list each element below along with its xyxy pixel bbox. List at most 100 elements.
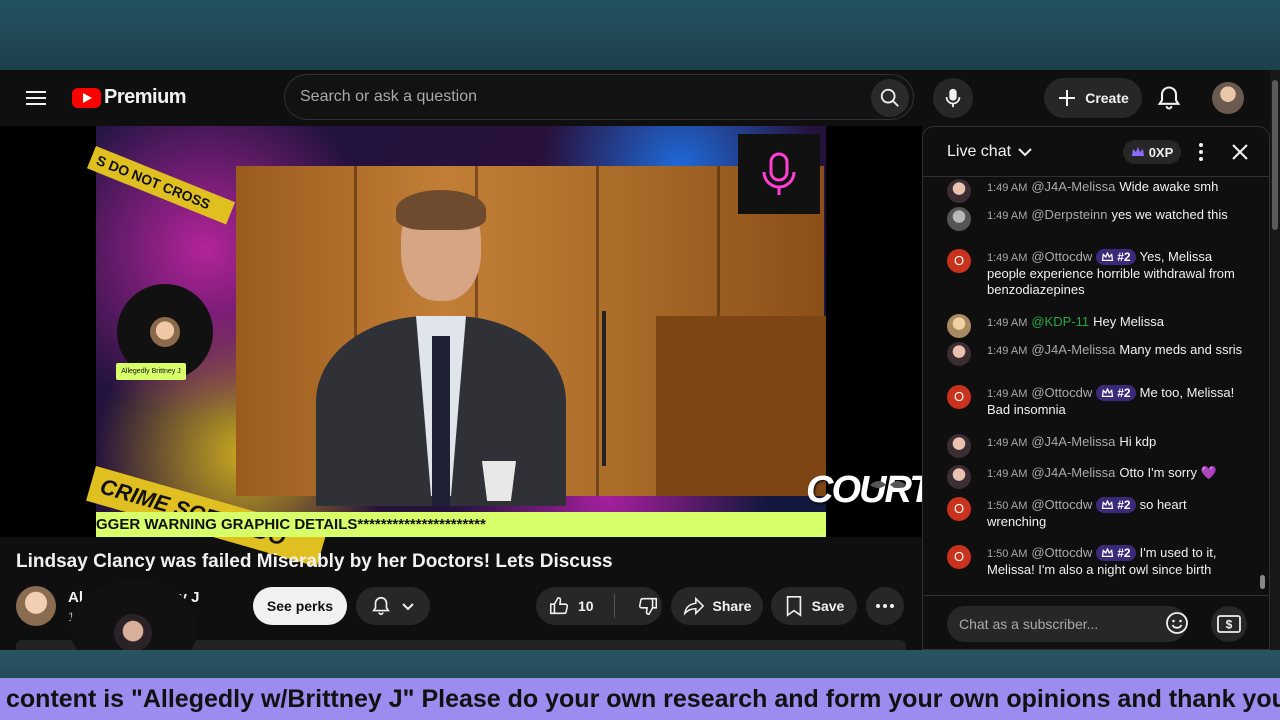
chat-message[interactable]: 1:49 AM @J4A-Melissa Many meds and ssris <box>947 342 1247 366</box>
podcast-microphone-icon <box>762 152 796 195</box>
chat-author-name[interactable]: @Ottocdw <box>1031 497 1092 512</box>
chat-message-body: 1:50 AM @Ottocdw #2 I'm used to it, Melissa… <box>987 545 1247 578</box>
chat-message[interactable]: O 1:49 AM @Ottocdw #2 Yes, Melissa people ex… <box>947 249 1247 298</box>
crown-icon <box>1102 387 1114 397</box>
dislike-button[interactable] <box>637 595 659 617</box>
stream-overlay-top-band <box>0 0 1280 70</box>
like-count: 10 <box>578 598 594 614</box>
chat-author-name[interactable]: @KDP-11 <box>1031 314 1089 329</box>
chat-rank-badge: #2 <box>1096 545 1136 561</box>
more-actions-button[interactable] <box>866 587 904 625</box>
search-button[interactable] <box>871 79 909 117</box>
page-scrollbar[interactable] <box>1270 70 1280 650</box>
notification-settings-button[interactable] <box>356 587 430 625</box>
chat-author-avatar[interactable] <box>947 207 971 231</box>
scrolling-ticker: content is "Allegedly w/Brittney J" Plea… <box>0 678 1280 720</box>
witness-microphone <box>602 311 606 466</box>
save-button[interactable]: Save <box>771 587 857 625</box>
chat-author-name[interactable]: @J4A-Melissa <box>1031 342 1115 357</box>
chat-message[interactable]: O 1:50 AM @Ottocdw #2 so heart wrenching <box>947 497 1247 530</box>
caution-tape-top: S DO NOT CROSS <box>87 146 236 225</box>
xp-value: 0XP <box>1148 144 1174 160</box>
chat-timestamp: 1:49 AM <box>987 388 1028 400</box>
chat-author-avatar[interactable] <box>947 314 971 338</box>
streamer-label: Allegedly Brittney J <box>116 363 186 380</box>
chat-author-avatar[interactable] <box>947 465 971 489</box>
chat-author-name[interactable]: @J4A-Melissa <box>1031 179 1115 194</box>
share-label: Share <box>712 598 752 614</box>
chat-message[interactable]: 1:49 AM @Derpsteinn yes we watched this <box>947 207 1247 231</box>
podcast-logo <box>738 134 820 214</box>
chat-author-avatar[interactable]: O <box>947 249 971 273</box>
emoji-button[interactable] <box>1165 611 1189 635</box>
chat-author-avatar[interactable] <box>947 179 971 203</box>
search-input[interactable]: Search or ask a question <box>284 74 914 120</box>
chat-more-button[interactable] <box>1191 139 1211 165</box>
chat-rank-badge: #2 <box>1096 385 1136 401</box>
chat-message[interactable]: 1:49 AM @J4A-Melissa Wide awake smh <box>947 179 1247 203</box>
youtube-premium-logo[interactable]: Premium <box>72 86 187 109</box>
chat-message-body: 1:49 AM @Derpsteinn yes we watched this <box>987 207 1247 224</box>
live-chat-mode-dropdown[interactable]: Live chat <box>947 143 1033 161</box>
chat-message[interactable]: 1:49 AM @J4A-Melissa Hi kdp <box>947 434 1247 458</box>
bookmark-icon <box>786 596 801 617</box>
plus-icon <box>1059 90 1076 106</box>
crown-icon <box>1102 499 1114 509</box>
scrollbar-thumb[interactable] <box>1272 80 1278 230</box>
see-perks-button[interactable]: See perks <box>253 587 347 625</box>
chat-message[interactable]: O 1:50 AM @Ottocdw #2 I'm used to it, Meliss… <box>947 545 1247 578</box>
voice-search-button[interactable] <box>933 78 973 118</box>
watermark-eyes-icon <box>866 471 910 501</box>
live-chat-title: Live chat <box>947 143 1012 160</box>
crown-icon <box>1102 251 1114 261</box>
hamburger-icon[interactable] <box>24 88 48 108</box>
more-vertical-icon <box>1199 143 1203 161</box>
chat-message-body: 1:49 AM @J4A-Melissa Otto I'm sorry 💜 <box>987 465 1247 482</box>
chat-author-name[interactable]: @Ottocdw <box>1031 545 1092 560</box>
chat-author-avatar[interactable] <box>947 434 971 458</box>
chat-author-name[interactable]: @Derpsteinn <box>1031 207 1107 222</box>
crown-icon <box>1102 547 1114 557</box>
xp-badge[interactable]: 0XP <box>1123 140 1181 164</box>
chat-author-avatar[interactable]: O <box>947 385 971 409</box>
emoji-icon <box>1166 612 1188 634</box>
share-button[interactable]: Share <box>671 587 763 625</box>
notifications-button[interactable] <box>1155 84 1183 112</box>
chat-author-name[interactable]: @Ottocdw <box>1031 385 1092 400</box>
account-avatar[interactable] <box>1212 82 1244 114</box>
chat-message-body: 1:49 AM @Ottocdw #2 Yes, Melissa people exp… <box>987 249 1247 298</box>
see-perks-label: See perks <box>266 598 334 614</box>
chat-author-avatar[interactable]: O <box>947 497 971 521</box>
chat-message[interactable]: 1:49 AM @J4A-Melissa Otto I'm sorry 💜 <box>947 465 1247 489</box>
live-chat-panel: Live chat 0XP 1:49 AM @J4A-Melissa Wide aw… <box>922 126 1270 650</box>
more-icon <box>876 604 894 608</box>
live-chat-header: Live chat 0XP <box>923 127 1269 177</box>
chat-rank-badge: #2 <box>1096 249 1136 265</box>
chat-author-avatar[interactable]: O <box>947 545 971 569</box>
chat-input[interactable]: Chat as a subscriber... <box>947 606 1187 642</box>
chat-message-body: 1:49 AM @Ottocdw #2 Me too, Melissa! Bad in… <box>987 385 1247 418</box>
chat-message[interactable]: 1:49 AM @KDP-11 Hey Melissa <box>947 314 1247 338</box>
chat-scrollbar[interactable] <box>1259 179 1267 595</box>
chat-input-placeholder: Chat as a subscriber... <box>959 616 1099 632</box>
chat-author-avatar[interactable] <box>947 342 971 366</box>
like-button[interactable]: 10 <box>548 595 594 617</box>
chat-message[interactable]: O 1:49 AM @Ottocdw #2 Me too, Melissa! Bad i… <box>947 385 1247 418</box>
create-button[interactable]: Create <box>1044 78 1142 118</box>
dollar-icon: $ <box>1217 615 1241 633</box>
chat-rank-badge: #2 <box>1096 497 1136 513</box>
video-player[interactable]: S DO NOT CROSS COURTTV CRIME SCENE DO Al… <box>0 126 977 567</box>
chat-author-name[interactable]: @J4A-Melissa <box>1031 465 1115 480</box>
channel-avatar[interactable] <box>16 586 56 626</box>
chat-timestamp: 1:49 AM <box>987 182 1028 194</box>
chat-message-body: 1:49 AM @KDP-11 Hey Melissa <box>987 314 1247 331</box>
chat-timestamp: 1:49 AM <box>987 437 1028 449</box>
water-cup <box>482 461 516 501</box>
witness-figure <box>316 190 566 506</box>
chat-close-button[interactable] <box>1227 139 1253 165</box>
chat-author-name[interactable]: @J4A-Melissa <box>1031 434 1115 449</box>
witness-bench <box>656 316 826 496</box>
chat-author-name[interactable]: @Ottocdw <box>1031 249 1092 264</box>
super-chat-button[interactable]: $ <box>1211 606 1247 642</box>
chat-message-list[interactable]: 1:49 AM @J4A-Melissa Wide awake smh 1:49 AM… <box>923 177 1269 595</box>
